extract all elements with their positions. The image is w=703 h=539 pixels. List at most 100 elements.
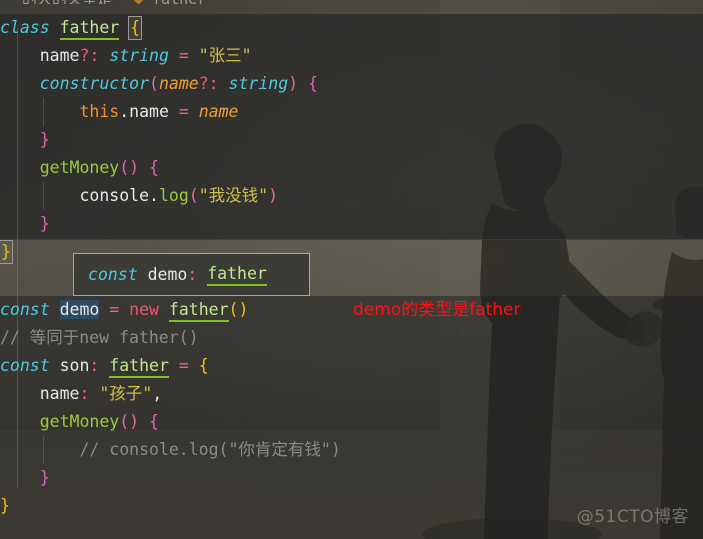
code-token: const	[0, 356, 60, 375]
code-token: {	[198, 356, 209, 375]
code-token: ?	[198, 74, 209, 93]
line-close-son[interactable]: }	[0, 492, 10, 520]
code-token: :	[187, 265, 198, 284]
line-const-son[interactable]: const son: father = {	[0, 352, 209, 380]
code-token: ()	[119, 412, 140, 431]
code-token: )	[288, 74, 299, 93]
code-token: }	[39, 468, 50, 487]
line-console-log-1[interactable]: console.log("我没钱")	[0, 182, 278, 210]
code-token: =	[178, 356, 189, 375]
code-token: .	[149, 186, 159, 205]
code-token: "张三"	[198, 46, 252, 65]
code-token: father	[207, 264, 267, 286]
code-token: father	[168, 300, 229, 322]
code-token: father	[109, 356, 169, 378]
code-token: const	[88, 265, 148, 284]
code-token: ,	[152, 384, 163, 403]
line-close-getmoney[interactable]: }	[0, 210, 50, 238]
code-token: }	[39, 130, 50, 149]
line-const-demo[interactable]: const demo = new father()	[0, 296, 248, 324]
code-token: name	[39, 384, 80, 403]
code-token: name	[198, 102, 239, 121]
code-token: const	[0, 300, 60, 319]
code-token: }	[0, 496, 10, 515]
code-token: name	[158, 74, 199, 93]
code-token: )	[268, 186, 279, 205]
code-token: .	[119, 102, 130, 121]
code-token: father	[59, 18, 120, 40]
line-son-name[interactable]: name: "孩子",	[0, 380, 162, 408]
code-token: ()	[228, 300, 249, 319]
code-token: {	[149, 158, 159, 177]
line-constructor[interactable]: constructor(name?: string) {	[0, 70, 318, 98]
code-token: // 等同于new father()	[0, 328, 199, 347]
code-token: log	[158, 186, 189, 205]
code-token: demo	[147, 265, 188, 284]
code-token: getMoney	[39, 158, 120, 177]
line-class-father[interactable]: class father {	[0, 14, 143, 42]
code-token: {	[149, 412, 159, 431]
code-token: :	[89, 356, 100, 375]
line-name-prop[interactable]: name?: string = "张三"	[0, 42, 252, 70]
code-token: {	[308, 74, 318, 93]
type-hint-popup: const demo: father	[73, 253, 310, 296]
line-close-constructor[interactable]: }	[0, 126, 50, 154]
line-comment-equiv[interactable]: // 等同于new father()	[0, 324, 199, 352]
code-editor[interactable]: 的大的关型是◆ father class father { name?: str…	[0, 0, 703, 539]
line-getmoney-class[interactable]: getMoney() {	[0, 154, 159, 182]
annotation-text: demo的类型是father	[353, 300, 521, 320]
code-token: (	[149, 74, 159, 93]
code-token: this	[79, 102, 120, 121]
code-token: "我没钱"	[198, 186, 269, 205]
code-token: demo	[59, 300, 100, 319]
code-token: }	[0, 240, 13, 264]
watermark: @51CTO博客	[576, 507, 689, 527]
code-token: string	[228, 74, 289, 93]
line-console-log-2-commented[interactable]: // console.log("你肯定有钱")	[0, 436, 341, 464]
line-close-class[interactable]: }	[0, 238, 13, 266]
code-token: new	[129, 300, 159, 319]
code-token: class	[0, 18, 60, 37]
code-token: string	[109, 46, 169, 65]
code-token: getMoney	[39, 412, 120, 431]
line-son-getmoney[interactable]: getMoney() {	[0, 408, 159, 436]
code-token: =	[178, 102, 189, 121]
code-token: ()	[119, 158, 140, 177]
code-token: son	[59, 356, 90, 375]
code-token: "孩子"	[99, 384, 153, 403]
code-token: (	[188, 186, 199, 205]
code-token: :	[89, 46, 100, 65]
code-token: // console.log("你肯定有钱")	[0, 440, 341, 459]
code-token: =	[178, 46, 189, 65]
code-token: :	[79, 384, 90, 403]
code-token: constructor	[39, 74, 150, 93]
line-close-son-getmoney[interactable]: }	[0, 464, 50, 492]
code-token: console	[79, 186, 150, 205]
code-token: ?	[79, 46, 90, 65]
code-token: :	[208, 74, 219, 93]
line-this-name[interactable]: this.name = name	[0, 98, 238, 126]
